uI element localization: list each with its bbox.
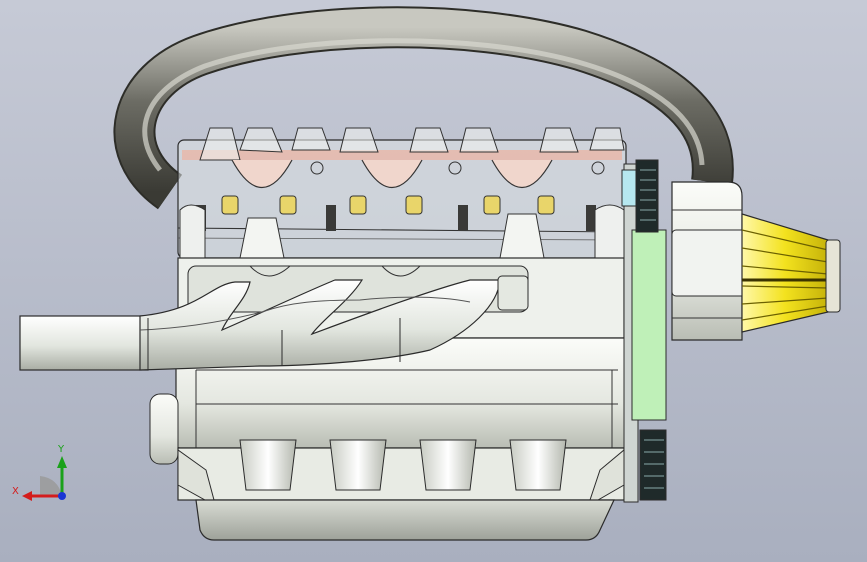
- view-orientation-triad: Y X: [10, 438, 80, 510]
- engine-model[interactable]: [0, 0, 867, 562]
- x-axis-label: X: [12, 486, 19, 497]
- throttle-body[interactable]: [671, 181, 747, 341]
- graphics-viewport[interactable]: Y X: [0, 0, 867, 562]
- cylinder-head-upper[interactable]: [177, 127, 627, 259]
- oil-pan[interactable]: [195, 499, 615, 541]
- triad-base-icon: [40, 476, 62, 496]
- air-filter[interactable]: [741, 213, 841, 333]
- timing-cover[interactable]: [621, 159, 667, 503]
- crankcase[interactable]: [177, 439, 625, 501]
- y-axis-label: Y: [57, 444, 65, 455]
- z-axis-dot: [58, 492, 66, 500]
